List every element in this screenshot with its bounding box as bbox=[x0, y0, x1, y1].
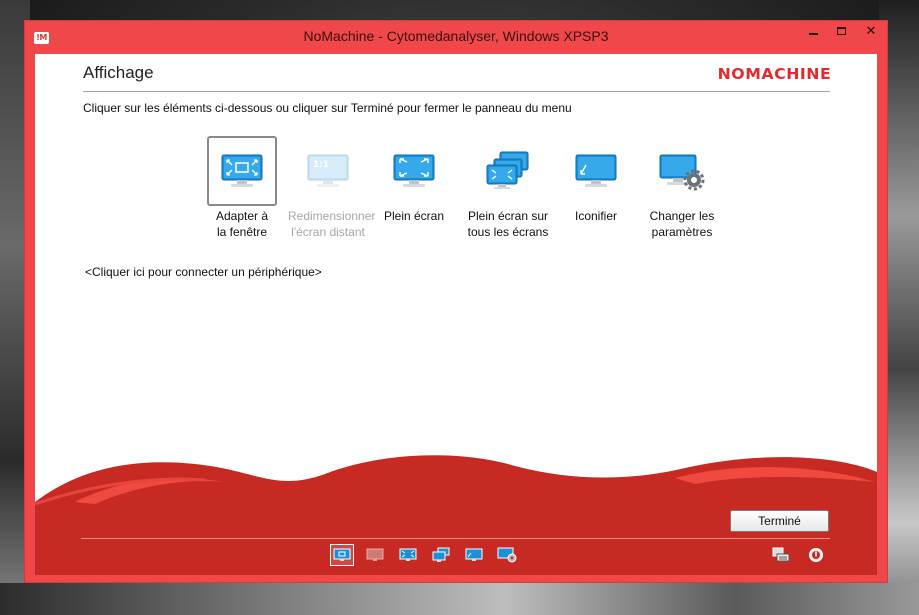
nomachine-window: !M NoMachine - Cytomedanalyser, Windows … bbox=[24, 20, 888, 583]
option-change-settings-label-1: Changer les bbox=[649, 209, 715, 223]
option-fit-window-label-1: Adapter à bbox=[215, 209, 269, 223]
instruction-text: Cliquer sur les éléments ci-dessous ou c… bbox=[83, 101, 572, 115]
desktop-background-bottom bbox=[0, 583, 919, 615]
nomachine-logo: NOMACHINE bbox=[717, 65, 831, 83]
fullscreen-all-icon bbox=[432, 547, 450, 562]
option-fullscreen[interactable]: Plein écran bbox=[374, 136, 454, 224]
option-change-settings[interactable]: Changer les paramètres bbox=[642, 136, 722, 240]
fit-window-icon bbox=[207, 136, 277, 206]
keyboard-display-button[interactable] bbox=[770, 544, 792, 566]
disconnect-icon bbox=[809, 548, 823, 562]
toolbar-iconify-button[interactable] bbox=[462, 544, 486, 566]
resize-remote-icon bbox=[366, 548, 384, 561]
change-settings-icon bbox=[647, 136, 717, 206]
minimize-icon bbox=[808, 33, 818, 35]
option-iconify[interactable]: Iconifier bbox=[556, 136, 636, 224]
display-panel: Affichage NOMACHINE Cliquer sur les élém… bbox=[35, 54, 877, 575]
bottom-toolbar bbox=[330, 544, 519, 566]
iconify-icon bbox=[465, 548, 483, 561]
minimize-button[interactable] bbox=[799, 21, 827, 41]
window-title: NoMachine - Cytomedanalyser, Windows XPS… bbox=[303, 28, 609, 44]
option-change-settings-label-2: paramètres bbox=[651, 225, 713, 239]
option-fit-window-label-2: la fenêtre bbox=[216, 225, 268, 239]
close-icon: ✕ bbox=[865, 23, 877, 39]
window-controls: ✕ bbox=[799, 21, 887, 43]
fullscreen-icon bbox=[379, 136, 449, 206]
disconnect-button[interactable] bbox=[805, 544, 827, 566]
change-settings-icon bbox=[497, 547, 517, 563]
toolbar-fullscreen-button[interactable] bbox=[396, 544, 420, 566]
fullscreen-all-icon bbox=[473, 136, 543, 206]
option-resize-remote-label-2: l'écran distant bbox=[291, 225, 365, 239]
close-button[interactable]: ✕ bbox=[855, 21, 887, 41]
option-resize-remote[interactable]: 1:1 Redimensionner l'écran distant bbox=[288, 136, 375, 240]
option-iconify-label: Iconifier bbox=[574, 209, 618, 223]
fullscreen-icon bbox=[399, 548, 417, 561]
maximize-icon bbox=[836, 27, 846, 35]
option-fullscreen-label: Plein écran bbox=[383, 209, 445, 223]
option-fullscreen-all-label-2: tous les écrans bbox=[467, 225, 549, 239]
toolbar-resize-remote-button[interactable] bbox=[363, 544, 387, 566]
done-button[interactable]: Terminé bbox=[730, 510, 829, 532]
svg-text:1:1: 1:1 bbox=[313, 160, 329, 170]
resize-remote-icon: 1:1 bbox=[293, 136, 363, 206]
footer-divider bbox=[81, 538, 830, 539]
option-fullscreen-all[interactable]: Plein écran sur tous les écrans bbox=[460, 136, 556, 240]
iconify-icon bbox=[561, 136, 631, 206]
connect-device-link[interactable]: <Cliquer ici pour connecter un périphéri… bbox=[85, 265, 322, 279]
display-options: Adapter à la fenêtre 1:1 Redimensionner l'… bbox=[202, 136, 762, 266]
toolbar-fullscreen-all-button[interactable] bbox=[429, 544, 453, 566]
keyboard-display-icon bbox=[772, 547, 790, 562]
option-fit-window[interactable]: Adapter à la fenêtre bbox=[202, 136, 282, 240]
option-fullscreen-all-label-1: Plein écran sur bbox=[467, 209, 549, 223]
fit-window-icon bbox=[333, 548, 351, 561]
title-bar[interactable]: !M NoMachine - Cytomedanalyser, Windows … bbox=[25, 21, 887, 54]
toolbar-fit-window-button[interactable] bbox=[330, 544, 354, 566]
title-divider bbox=[83, 91, 830, 92]
maximize-button[interactable] bbox=[827, 21, 855, 41]
option-resize-remote-label-1: Redimensionner bbox=[288, 209, 376, 223]
page-title: Affichage bbox=[83, 63, 154, 82]
toolbar-change-settings-button[interactable] bbox=[495, 544, 519, 566]
